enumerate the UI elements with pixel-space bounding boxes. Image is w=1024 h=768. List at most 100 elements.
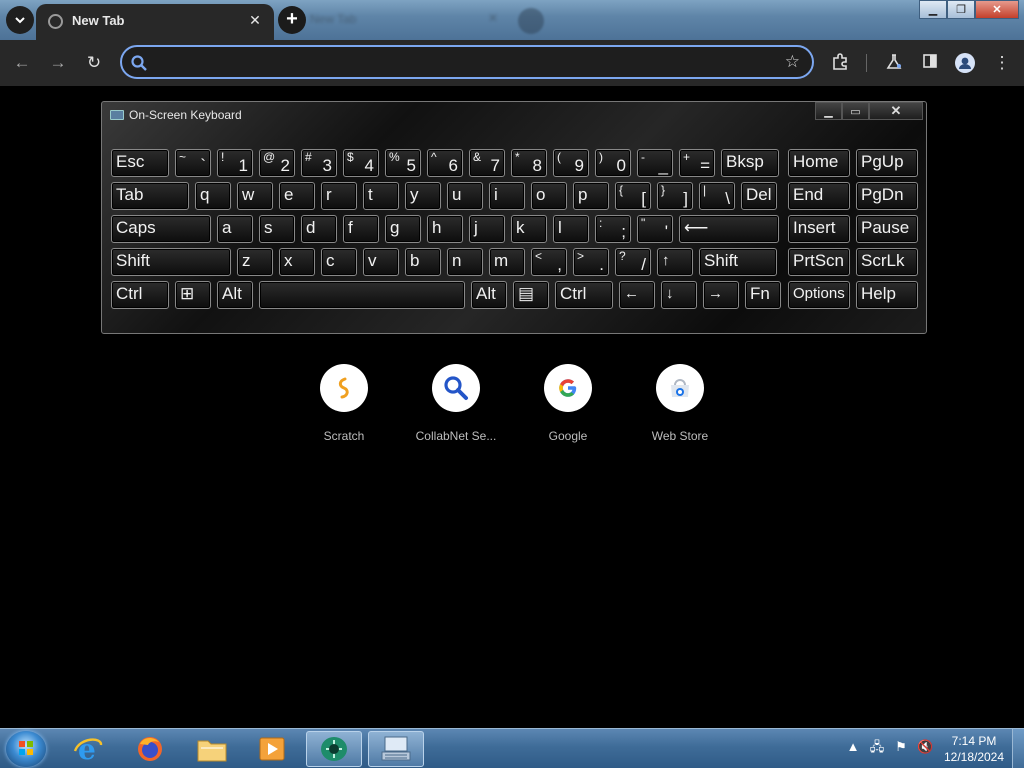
back-arrow-icon[interactable]: ← bbox=[12, 53, 32, 73]
close-window-button[interactable]: ✕ bbox=[975, 0, 1019, 19]
key-4[interactable]: $4 bbox=[343, 149, 379, 177]
key-i[interactable]: i bbox=[489, 182, 525, 210]
shortcut-google[interactable]: Google bbox=[512, 364, 624, 448]
key-scrlk[interactable]: ScrLk bbox=[856, 248, 918, 276]
key-9[interactable]: (9 bbox=[553, 149, 589, 177]
key-Shift[interactable]: Shift bbox=[699, 248, 777, 276]
key-n[interactable]: n bbox=[447, 248, 483, 276]
key-s[interactable]: s bbox=[259, 215, 295, 243]
osk-close-button[interactable]: ✕ bbox=[869, 102, 923, 120]
key-k[interactable]: k bbox=[511, 215, 547, 243]
key-t[interactable]: t bbox=[363, 182, 399, 210]
key-⟵[interactable]: ⟵ bbox=[679, 215, 779, 243]
key-b[interactable]: b bbox=[405, 248, 441, 276]
network-icon[interactable]: 🖧 bbox=[869, 739, 885, 755]
shortcut-collabnet[interactable]: CollabNet Se... bbox=[400, 364, 512, 448]
key-1[interactable]: ! 1 bbox=[217, 149, 253, 177]
forward-arrow-icon[interactable]: → bbox=[48, 53, 68, 73]
key-'[interactable]: " ' bbox=[637, 215, 673, 243]
key-y[interactable]: y bbox=[405, 182, 441, 210]
address-bar[interactable]: ☆ bbox=[120, 45, 814, 79]
key-⊞[interactable]: ⊞ bbox=[175, 281, 211, 309]
key-end[interactable]: End bbox=[788, 182, 850, 210]
volume-muted-icon[interactable]: 🔇 bbox=[917, 739, 933, 755]
key-pause[interactable]: Pause bbox=[856, 215, 918, 243]
key-0[interactable]: ) 0 bbox=[595, 149, 631, 177]
key-;[interactable]: :; bbox=[595, 215, 631, 243]
side-panel-icon[interactable] bbox=[920, 53, 940, 73]
tab-search-button[interactable] bbox=[6, 6, 34, 34]
key-e[interactable]: e bbox=[279, 182, 315, 210]
key-][interactable]: }] bbox=[657, 182, 693, 210]
key-[[interactable]: {[ bbox=[615, 182, 651, 210]
taskbar-firefox[interactable] bbox=[122, 731, 178, 767]
key-Ctrl[interactable]: Ctrl bbox=[555, 281, 613, 309]
key-.[interactable]: >. bbox=[573, 248, 609, 276]
key-7[interactable]: & 7 bbox=[469, 149, 505, 177]
taskbar-internet-explorer[interactable]: e bbox=[60, 731, 116, 767]
start-button[interactable] bbox=[6, 731, 46, 767]
key-pgdn[interactable]: PgDn bbox=[856, 182, 918, 210]
close-tab-icon[interactable]: ✕ bbox=[246, 11, 264, 29]
key-j[interactable]: j bbox=[469, 215, 505, 243]
key-z[interactable]: z bbox=[237, 248, 273, 276]
key-↓[interactable]: ↓ bbox=[661, 281, 697, 309]
key-/[interactable]: ? / bbox=[615, 248, 651, 276]
key-w[interactable]: w bbox=[237, 182, 273, 210]
key-3[interactable]: #3 bbox=[301, 149, 337, 177]
key-↑[interactable]: ↑ bbox=[657, 248, 693, 276]
key-v[interactable]: v bbox=[363, 248, 399, 276]
key-Esc[interactable]: Esc bbox=[111, 149, 169, 177]
key-a[interactable]: a bbox=[217, 215, 253, 243]
key-d[interactable]: d bbox=[301, 215, 337, 243]
key-prtscn[interactable]: PrtScn bbox=[788, 248, 850, 276]
key-Shift[interactable]: Shift bbox=[111, 248, 231, 276]
taskbar-media-player[interactable] bbox=[244, 731, 300, 767]
reload-icon[interactable]: ↻ bbox=[84, 53, 104, 73]
key-f[interactable]: f bbox=[343, 215, 379, 243]
labs-flask-icon[interactable] bbox=[884, 53, 904, 73]
key-help[interactable]: Help bbox=[856, 281, 918, 309]
tab-new-tab[interactable]: New Tab ✕ bbox=[36, 4, 274, 40]
key-Alt[interactable]: Alt bbox=[217, 281, 253, 309]
show-desktop-button[interactable] bbox=[1012, 729, 1024, 768]
taskbar-chrome-window[interactable] bbox=[306, 731, 362, 767]
key-Ctrl[interactable]: Ctrl bbox=[111, 281, 169, 309]
key-▤[interactable]: ▤ bbox=[513, 281, 549, 309]
key-`[interactable]: ~ ` bbox=[175, 149, 211, 177]
key-u[interactable]: u bbox=[447, 182, 483, 210]
key-6[interactable]: ^ 6 bbox=[427, 149, 463, 177]
key-Alt[interactable]: Alt bbox=[471, 281, 507, 309]
kebab-menu-icon[interactable]: ⋮ bbox=[992, 53, 1012, 73]
osk-maximize-button[interactable]: ▭ bbox=[842, 102, 869, 120]
key-l[interactable]: l bbox=[553, 215, 589, 243]
key-Fn[interactable]: Fn bbox=[745, 281, 781, 309]
extensions-icon[interactable] bbox=[830, 53, 850, 73]
key-p[interactable]: p bbox=[573, 182, 609, 210]
key-pgup[interactable]: PgUp bbox=[856, 149, 918, 177]
profile-avatar-icon[interactable] bbox=[955, 53, 975, 73]
key-5[interactable]: % 5 bbox=[385, 149, 421, 177]
clock[interactable]: 7:14 PM 12/18/2024 bbox=[936, 733, 1012, 765]
osk-minimize-button[interactable]: ▁ bbox=[815, 102, 842, 120]
shortcut-web-store[interactable]: Web Store bbox=[624, 364, 736, 448]
key-Bksp[interactable]: Bksp bbox=[721, 149, 779, 177]
bookmark-star-icon[interactable]: ☆ bbox=[785, 52, 800, 72]
key-space[interactable] bbox=[259, 281, 465, 309]
key-options[interactable]: Options bbox=[788, 281, 850, 309]
key-\[interactable]: | \ bbox=[699, 182, 735, 210]
address-input[interactable] bbox=[154, 52, 774, 72]
restore-button[interactable]: ❐ bbox=[947, 0, 975, 19]
key-2[interactable]: @2 bbox=[259, 149, 295, 177]
key-Caps[interactable]: Caps bbox=[111, 215, 211, 243]
key-o[interactable]: o bbox=[531, 182, 567, 210]
key-q[interactable]: q bbox=[195, 182, 231, 210]
key-→[interactable]: → bbox=[703, 281, 739, 309]
key-8[interactable]: * 8 bbox=[511, 149, 547, 177]
minimize-button[interactable]: ▁ bbox=[919, 0, 947, 19]
key-←[interactable]: ← bbox=[619, 281, 655, 309]
key-c[interactable]: c bbox=[321, 248, 357, 276]
key-=[interactable]: + = bbox=[679, 149, 715, 177]
shortcut-scratch[interactable]: Scratch bbox=[288, 364, 400, 448]
key-r[interactable]: r bbox=[321, 182, 357, 210]
